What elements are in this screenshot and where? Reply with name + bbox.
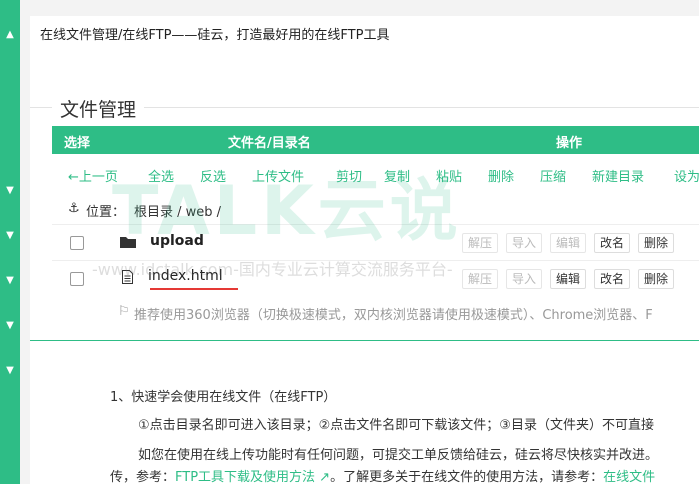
rename-button[interactable]: 改名 — [594, 269, 631, 289]
delete-row-button[interactable]: 删除 — [638, 269, 675, 289]
tips-line-3-mid: 。了解更多关于在线文件的使用方法，请参考： — [330, 470, 604, 485]
chevron-down-icon[interactable]: ▼ — [0, 229, 20, 243]
column-header-name: 文件名/目录名 — [228, 136, 311, 151]
flag-icon: ⚐ — [118, 304, 130, 319]
unzip-button[interactable]: 解压 — [462, 233, 499, 253]
anchor-icon: ⚓ — [68, 201, 80, 216]
tips-heading: 1、快速学会使用在线文件（在线FTP） — [110, 390, 337, 405]
browser-notice: ⚐ 推荐使用360浏览器（切换极速模式，双内核浏览器请使用极速模式）、Chrom… — [52, 302, 699, 324]
highlight-underline — [150, 288, 238, 290]
table-header: 选择 文件名/目录名 操作 — [52, 126, 699, 154]
import-button[interactable]: 导入 — [506, 269, 543, 289]
row-checkbox[interactable] — [70, 272, 84, 286]
section-title: 文件管理 — [52, 95, 145, 122]
edit-button[interactable]: 编辑 — [550, 233, 587, 253]
tips-line-3-prefix: 传，参考： — [110, 470, 176, 485]
left-sidebar: ▲ ▼ ▼ ▼ ▼ ▼ — [0, 0, 20, 484]
section-separator — [30, 340, 699, 341]
chevron-down-icon[interactable]: ▼ — [0, 319, 20, 333]
tips-line-1: ①点击目录名即可进入该目录；②点击文件名即可下载该文件；③目录（文件夹）不可直接 — [138, 418, 654, 433]
online-file-link[interactable]: 在线文件 — [603, 470, 655, 485]
page-title: 在线文件管理/在线FTP——硅云，打造最好用的在线FTP工具 — [40, 28, 390, 43]
delete-button[interactable]: 删除 — [488, 166, 514, 185]
chevron-down-icon[interactable]: ▼ — [0, 364, 20, 378]
unzip-button[interactable]: 解压 — [462, 269, 499, 289]
compress-button[interactable]: 压缩 — [540, 166, 566, 185]
watermark-url: -www.idctalk.com-国内专业云计算交流服务平台- — [92, 260, 453, 279]
browser-notice-text: 推荐使用360浏览器（切换极速模式，双内核浏览器请使用极速模式）、Chrome浏… — [134, 308, 653, 323]
watermark-logo: TALK云说 — [112, 172, 462, 251]
tips-line-3: 传，参考：FTP工具下载及使用方法 ↗。了解更多关于在线文件的使用方法，请参考：… — [110, 466, 655, 485]
new-folder-button[interactable]: 新建目录 — [592, 166, 644, 185]
tips-line-2: 如您在使用在线上传功能时有任何问题，可提交工单反馈给硅云，硅云将尽快核实并改进。 — [138, 448, 659, 463]
row-checkbox[interactable] — [70, 236, 84, 250]
rename-button[interactable]: 改名 — [594, 233, 631, 253]
import-button[interactable]: 导入 — [506, 233, 543, 253]
column-header-actions: 操作 — [556, 136, 583, 151]
ftp-guide-link[interactable]: FTP工具下载及使用方法 — [175, 470, 315, 485]
set-as-button[interactable]: 设为 — [674, 166, 699, 185]
column-header-select: 选择 — [64, 136, 91, 151]
prev-page-button[interactable]: ←上一页 — [68, 166, 118, 185]
delete-row-button[interactable]: 删除 — [638, 233, 675, 253]
chevron-down-icon[interactable]: ▼ — [0, 274, 20, 288]
edit-button[interactable]: 编辑 — [550, 269, 587, 289]
chevron-down-icon[interactable]: ▼ — [0, 184, 20, 198]
collapse-arrow-icon[interactable]: ▲ — [0, 28, 20, 42]
external-link-icon: ↗ — [315, 470, 331, 485]
